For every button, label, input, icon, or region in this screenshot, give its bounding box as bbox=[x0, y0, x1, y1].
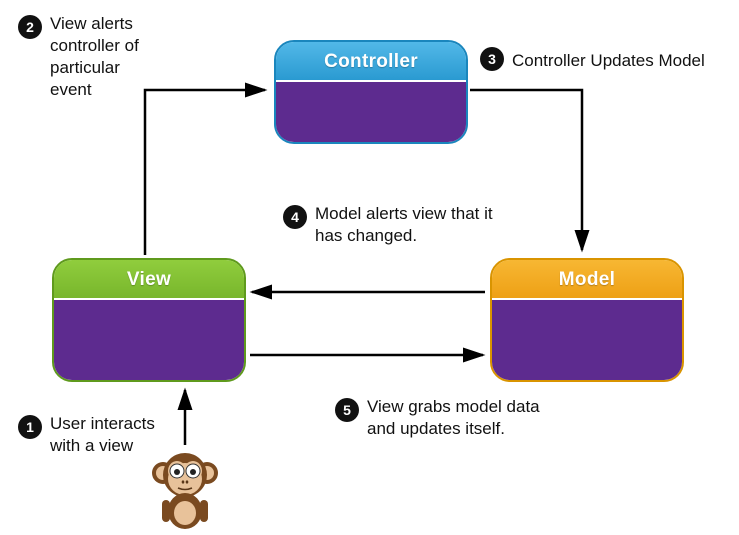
view-node: View bbox=[52, 258, 246, 382]
step5-text: View grabs model data and updates itself… bbox=[367, 396, 567, 440]
view-body bbox=[54, 300, 244, 382]
step2-text: View alerts controller of particular eve… bbox=[50, 13, 160, 101]
model-label: Model bbox=[492, 260, 682, 300]
view-label: View bbox=[54, 260, 244, 300]
model-body bbox=[492, 300, 682, 382]
model-node: Model bbox=[490, 258, 684, 382]
step4-text: Model alerts view that it has changed. bbox=[315, 203, 495, 247]
step5-badge: 5 bbox=[335, 398, 359, 422]
step3-text: Controller Updates Model bbox=[512, 50, 732, 72]
controller-node: Controller bbox=[274, 40, 468, 144]
step1-badge: 1 bbox=[18, 415, 42, 439]
step4-badge: 4 bbox=[283, 205, 307, 229]
step3-badge: 3 bbox=[480, 47, 504, 71]
controller-body bbox=[276, 82, 466, 144]
user-monkey-icon bbox=[150, 445, 220, 530]
mvc-diagram: Controller View Model 1 User interacts w… bbox=[0, 0, 739, 535]
step2-badge: 2 bbox=[18, 15, 42, 39]
controller-label: Controller bbox=[276, 42, 466, 82]
